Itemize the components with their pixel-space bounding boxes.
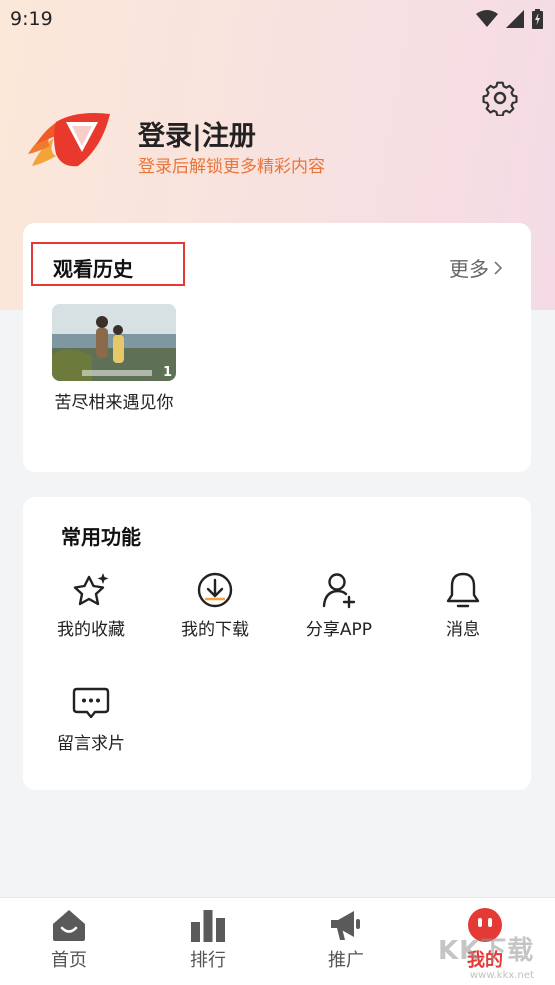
login-subtitle: 登录后解锁更多精彩内容 [138,157,325,177]
common-functions-card: 常用功能 我的收藏 我的下载 分享APP 消息 留言求片 [23,497,531,790]
request-movie-button[interactable]: 留言求片 [31,685,151,754]
chat-icon [72,687,110,719]
watch-history-card: 观看历史 更多 1 苦尽柑来遇见你 [23,223,531,472]
star-icon [73,573,109,606]
watermark-text: KK下载 [438,936,535,966]
watch-history-highlight: 观看历史 [31,242,185,286]
battery-icon [532,9,543,29]
common-functions-title: 常用功能 [61,525,141,549]
login-register-link[interactable]: 登录|注册 [138,114,256,153]
chevron-right-icon [494,260,503,275]
bell-icon [446,572,480,608]
watermark-url: www.kkx.net [470,970,534,981]
settings-gear-icon[interactable] [482,80,518,116]
tab-ranking-label: 排行 [190,950,226,971]
share-user-icon [322,573,356,609]
tab-home[interactable]: 首页 [19,908,119,972]
downloads-label: 我的下载 [181,620,249,640]
favorites-label: 我的收藏 [57,620,125,640]
wifi-icon [476,10,498,27]
history-item-title[interactable]: 苦尽柑来遇见你 [47,391,181,416]
app-logo [28,113,110,167]
messages-label: 消息 [446,620,480,640]
history-more-label: 更多 [449,257,489,281]
share-app-label: 分享APP [305,620,373,640]
thumbnail-image [52,304,176,381]
tab-promote-label: 推广 [328,950,364,971]
tab-home-label: 首页 [51,950,87,971]
tab-promote[interactable]: 推广 [296,908,396,972]
tab-ranking[interactable]: 排行 [158,908,258,972]
status-icons [476,9,543,29]
status-time: 9:19 [10,8,53,30]
messages-button[interactable]: 消息 [403,571,523,640]
history-item-thumbnail[interactable]: 1 [52,304,176,381]
share-app-button[interactable]: 分享APP [279,571,399,640]
episode-badge: 1 [162,365,172,380]
favorites-button[interactable]: 我的收藏 [31,571,151,640]
ranking-icon [191,910,225,942]
home-icon [53,910,85,941]
downloads-button[interactable]: 我的下载 [155,571,275,640]
history-more-button[interactable]: 更多 [449,253,503,282]
signal-icon [506,10,524,28]
megaphone-icon [331,911,360,940]
download-icon [197,572,233,608]
status-bar: 9:19 [0,0,555,38]
request-movie-label: 留言求片 [57,734,125,754]
watch-history-title: 观看历史 [53,257,133,281]
